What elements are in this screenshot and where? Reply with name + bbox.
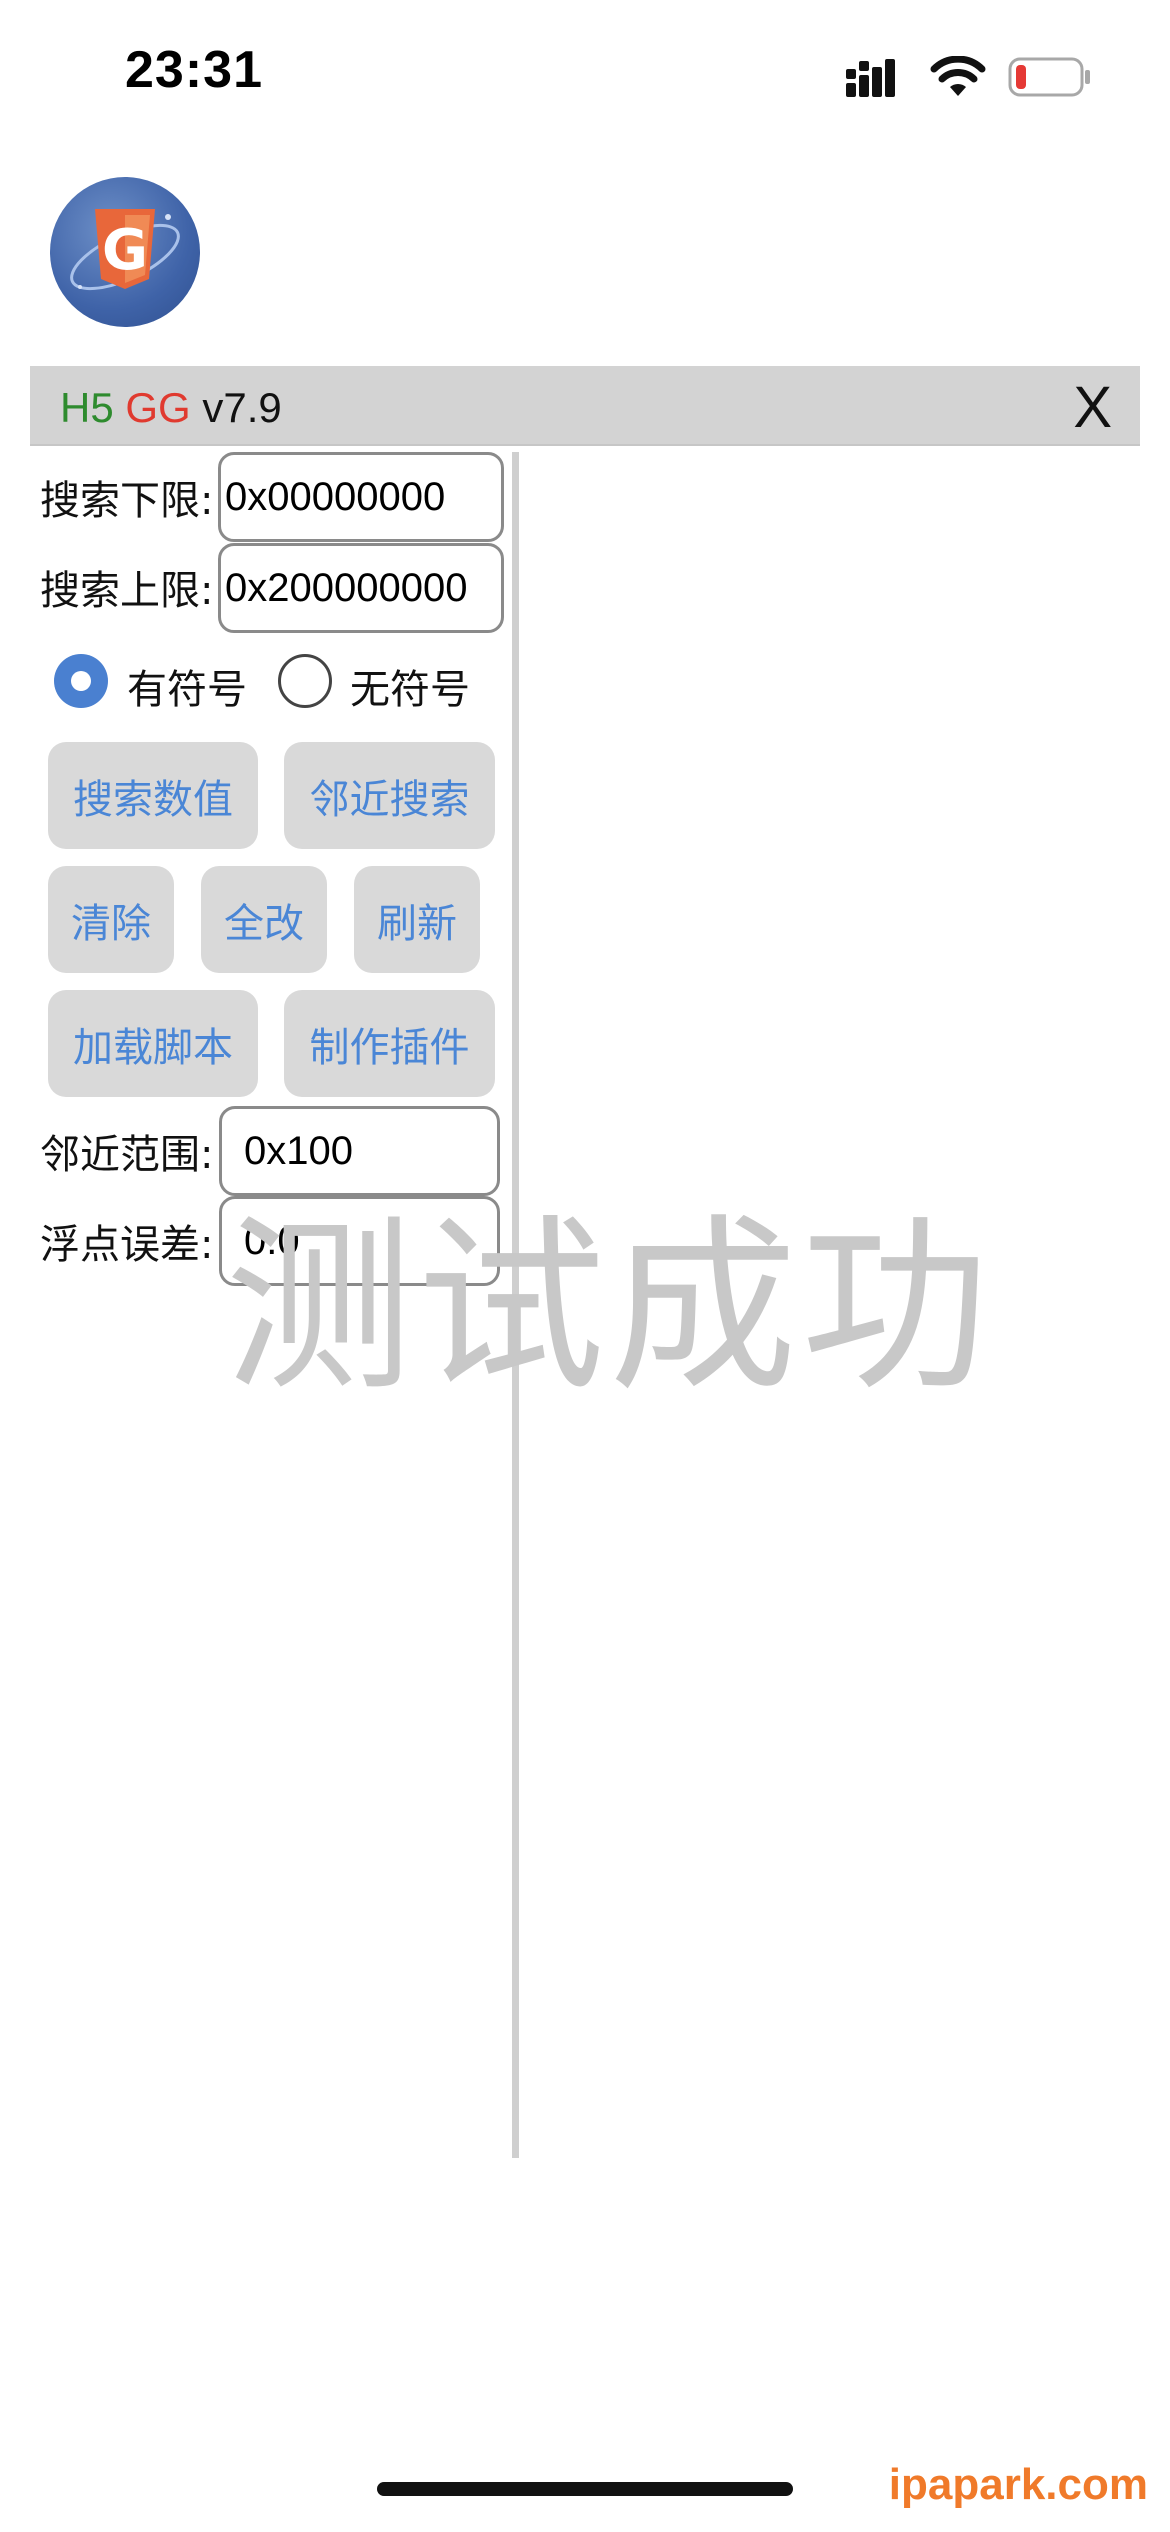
title-gg: GG: [125, 384, 191, 431]
site-watermark: ipapark.com: [888, 2460, 1148, 2509]
search-lower-label: 搜索下限:: [40, 478, 214, 524]
signed-label: 有符号: [127, 667, 247, 713]
signed-radio[interactable]: [54, 654, 108, 708]
search-value-button[interactable]: 搜索数值: [48, 742, 258, 849]
make-plugin-button[interactable]: 制作插件: [284, 990, 495, 1097]
wifi-icon: [930, 56, 986, 96]
title-version: v7.9: [190, 384, 282, 431]
unsigned-radio[interactable]: [278, 654, 332, 708]
radio-dot: [71, 671, 91, 691]
refresh-button[interactable]: 刷新: [354, 866, 480, 973]
clear-button[interactable]: 清除: [48, 866, 174, 973]
search-upper-input[interactable]: 0x200000000: [218, 543, 504, 633]
search-upper-label: 搜索上限:: [40, 568, 214, 614]
logo-letter: G: [102, 218, 148, 283]
status-icons: [846, 54, 1092, 100]
status-time: 23:31: [125, 41, 263, 99]
app-title: H5 GG v7.9: [60, 384, 282, 432]
battery-icon: [1008, 57, 1090, 97]
nearby-search-button[interactable]: 邻近搜索: [284, 742, 495, 849]
gg-logo-graphic: G: [70, 209, 180, 291]
nearby-range-label: 邻近范围:: [40, 1132, 214, 1178]
title-bar: H5 GG v7.9 X: [30, 366, 1140, 446]
unsigned-label: 无符号: [350, 667, 470, 713]
load-script-button[interactable]: 加载脚本: [48, 990, 258, 1097]
title-h5: H5: [60, 384, 114, 431]
float-tolerance-label: 浮点误差:: [40, 1222, 214, 1268]
success-watermark: 测试成功: [225, 1198, 993, 1417]
close-button[interactable]: X: [1073, 374, 1112, 441]
signal-icon: [846, 59, 895, 97]
search-lower-input[interactable]: 0x00000000: [218, 452, 504, 542]
modify-all-button[interactable]: 全改: [201, 866, 327, 973]
home-indicator[interactable]: [377, 2482, 793, 2496]
gg-logo-icon[interactable]: G: [50, 177, 200, 327]
